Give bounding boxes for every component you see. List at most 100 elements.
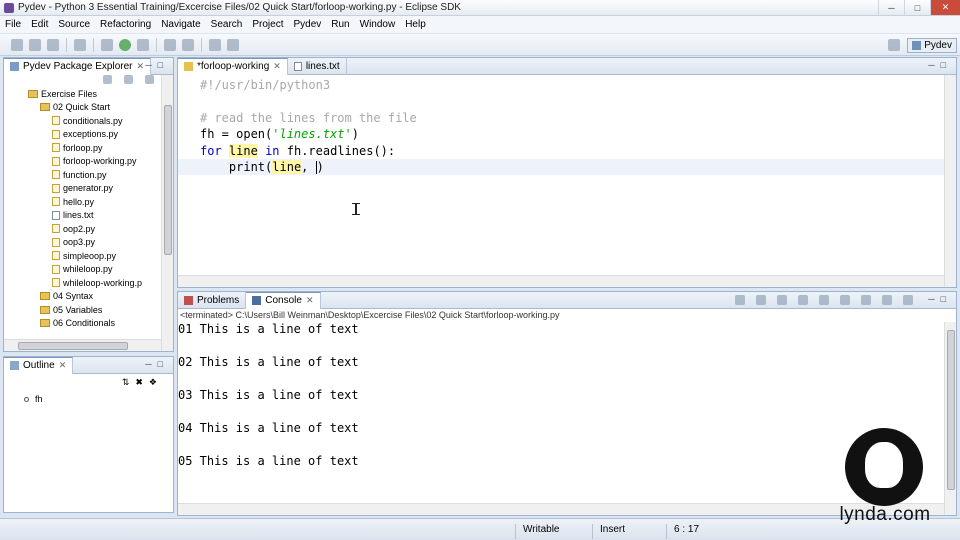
tree-item[interactable]: lines.txt: [4, 209, 161, 223]
outline-item[interactable]: fh: [24, 394, 43, 404]
hide-static-icon[interactable]: ❖: [149, 377, 157, 388]
close-icon[interactable]: ✕: [930, 0, 960, 15]
new-icon[interactable]: [11, 38, 23, 51]
editor-vertical-scrollbar[interactable]: [944, 75, 956, 287]
python-file-icon: [184, 62, 193, 71]
link-editor-icon[interactable]: [124, 75, 133, 84]
tree-item[interactable]: 02 Quick Start: [4, 101, 161, 115]
console-vertical-scrollbar[interactable]: [944, 322, 956, 515]
view-menu-icon[interactable]: [145, 75, 154, 84]
tab-forloop-working[interactable]: *forloop-working ✕: [178, 57, 288, 75]
scroll-lock-icon[interactable]: [819, 295, 829, 305]
hide-fields-icon[interactable]: ✖: [135, 377, 143, 388]
pin-console-icon[interactable]: [861, 295, 871, 305]
close-tab-icon[interactable]: ✕: [59, 360, 67, 371]
menu-search[interactable]: Search: [206, 19, 248, 30]
minimize-icon[interactable]: ─: [878, 0, 904, 15]
maximize-icon[interactable]: □: [904, 0, 930, 15]
tree-item[interactable]: simpleoop.py: [4, 249, 161, 263]
menu-navigate[interactable]: Navigate: [156, 19, 205, 30]
tab-lines-txt[interactable]: lines.txt: [288, 57, 347, 75]
tree-item[interactable]: exceptions.py: [4, 128, 161, 142]
show-on-output-icon[interactable]: [840, 295, 850, 305]
collapse-all-icon[interactable]: [103, 75, 112, 84]
menu-edit[interactable]: Edit: [26, 19, 53, 30]
close-tab-icon[interactable]: ✕: [273, 61, 281, 72]
display-console-icon[interactable]: [882, 295, 892, 305]
python-file-icon: [52, 143, 60, 153]
view-controls[interactable]: ─□: [928, 294, 952, 304]
close-tab-icon[interactable]: ✕: [306, 295, 314, 306]
tree-item[interactable]: oop3.py: [4, 236, 161, 250]
tree-item[interactable]: function.py: [4, 168, 161, 182]
open-perspective-icon[interactable]: [888, 39, 901, 51]
save-icon[interactable]: [29, 38, 41, 51]
code-token: ,: [301, 160, 316, 174]
explorer-horizontal-scrollbar[interactable]: [4, 339, 161, 351]
run-icon[interactable]: [119, 38, 131, 51]
menu-window[interactable]: Window: [355, 19, 401, 30]
tree-item[interactable]: whileloop.py: [4, 263, 161, 277]
package-explorer-tabbar: Pydev Package Explorer ✕ ─□: [4, 57, 173, 75]
menu-source[interactable]: Source: [53, 19, 95, 30]
tree-item[interactable]: Exercise Files: [4, 87, 161, 101]
tree-item-label: whileloop-working.p: [63, 277, 143, 288]
tree-item[interactable]: forloop-working.py: [4, 155, 161, 169]
view-controls[interactable]: ─□: [928, 60, 952, 70]
tree-item[interactable]: generator.py: [4, 182, 161, 196]
search-icon[interactable]: [164, 38, 176, 51]
view-controls[interactable]: ─□: [145, 359, 169, 369]
tree-item[interactable]: oop2.py: [4, 222, 161, 236]
perspective-pydev-button[interactable]: Pydev: [907, 37, 957, 53]
tree-item[interactable]: 04 Syntax: [4, 290, 161, 304]
tree-item-label: forloop-working.py: [63, 156, 137, 167]
tree-item[interactable]: whileloop-working.p: [4, 276, 161, 290]
title-bar: Pydev - Python 3 Essential Training/Exce…: [0, 0, 960, 16]
python-file-icon: [52, 116, 60, 126]
scroll-thumb[interactable]: [164, 105, 172, 255]
new-console-icon[interactable]: [903, 295, 913, 305]
tree-item[interactable]: 05 Variables: [4, 303, 161, 317]
menu-refactoring[interactable]: Refactoring: [95, 19, 156, 30]
tab-problems[interactable]: Problems: [178, 291, 247, 309]
clear-console-icon[interactable]: [798, 295, 808, 305]
tab-outline[interactable]: Outline ✕: [4, 356, 74, 374]
python-file-icon: [52, 156, 60, 166]
editor-horizontal-scrollbar[interactable]: [178, 275, 944, 287]
annotation-icon[interactable]: [182, 38, 194, 51]
explorer-vertical-scrollbar[interactable]: [161, 75, 173, 351]
code-area[interactable]: #!/usr/bin/python3 # read the lines from…: [178, 75, 944, 275]
code-token: fh = open(: [200, 127, 273, 141]
folder-icon: [40, 319, 50, 328]
tree-item[interactable]: forloop.py: [4, 141, 161, 155]
open-type-icon[interactable]: [74, 38, 86, 51]
menu-file[interactable]: File: [0, 19, 26, 30]
tab-console[interactable]: Console ✕: [246, 291, 321, 309]
back-icon[interactable]: [209, 38, 221, 51]
python-file-icon: [52, 251, 60, 261]
python-file-icon: [52, 129, 60, 139]
print-icon[interactable]: [47, 38, 59, 51]
tab-package-explorer[interactable]: Pydev Package Explorer ✕: [4, 57, 152, 75]
tree-item[interactable]: conditionals.py: [4, 114, 161, 128]
menu-project[interactable]: Project: [247, 19, 288, 30]
debug-icon[interactable]: [101, 38, 113, 51]
menu-help[interactable]: Help: [400, 19, 431, 30]
forward-icon[interactable]: [227, 38, 239, 51]
view-controls[interactable]: ─□: [145, 60, 169, 70]
window-controls: ─ □ ✕: [878, 0, 960, 15]
terminate-icon[interactable]: [735, 295, 745, 305]
menu-pydev[interactable]: Pydev: [288, 19, 326, 30]
external-tools-icon[interactable]: [137, 38, 149, 51]
remove-all-icon[interactable]: [777, 295, 787, 305]
sort-icon[interactable]: ⇅: [122, 377, 130, 388]
remove-launch-icon[interactable]: [756, 295, 766, 305]
python-file-icon: [52, 183, 60, 193]
scroll-thumb[interactable]: [18, 342, 128, 350]
tree-item-label: whileloop.py: [63, 264, 113, 275]
tree-item[interactable]: hello.py: [4, 195, 161, 209]
scroll-thumb[interactable]: [947, 330, 955, 490]
tree-item[interactable]: 06 Conditionals: [4, 317, 161, 331]
menu-run[interactable]: Run: [326, 19, 354, 30]
close-tab-icon[interactable]: ✕: [137, 61, 145, 72]
